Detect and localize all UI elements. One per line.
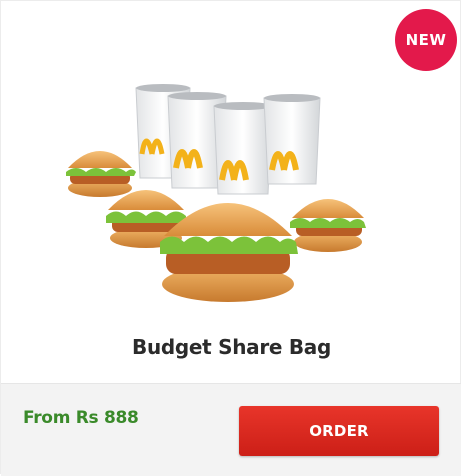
new-badge-label: NEW xyxy=(405,31,447,49)
burger-back-left xyxy=(66,151,136,197)
drink-cup-4 xyxy=(263,94,321,185)
product-image[interactable] xyxy=(56,76,396,316)
burger-back-right xyxy=(290,199,366,252)
price-label: From Rs 888 xyxy=(23,408,139,428)
drink-cup-3 xyxy=(213,102,273,195)
order-button[interactable]: ORDER xyxy=(239,406,439,456)
product-title: Budget Share Bag xyxy=(132,335,331,359)
new-badge: NEW xyxy=(395,9,457,71)
card-footer: From Rs 888 ORDER xyxy=(1,383,461,476)
product-card[interactable]: NEW Budget Share Bag From Rs 888 ORDER xyxy=(0,0,461,476)
